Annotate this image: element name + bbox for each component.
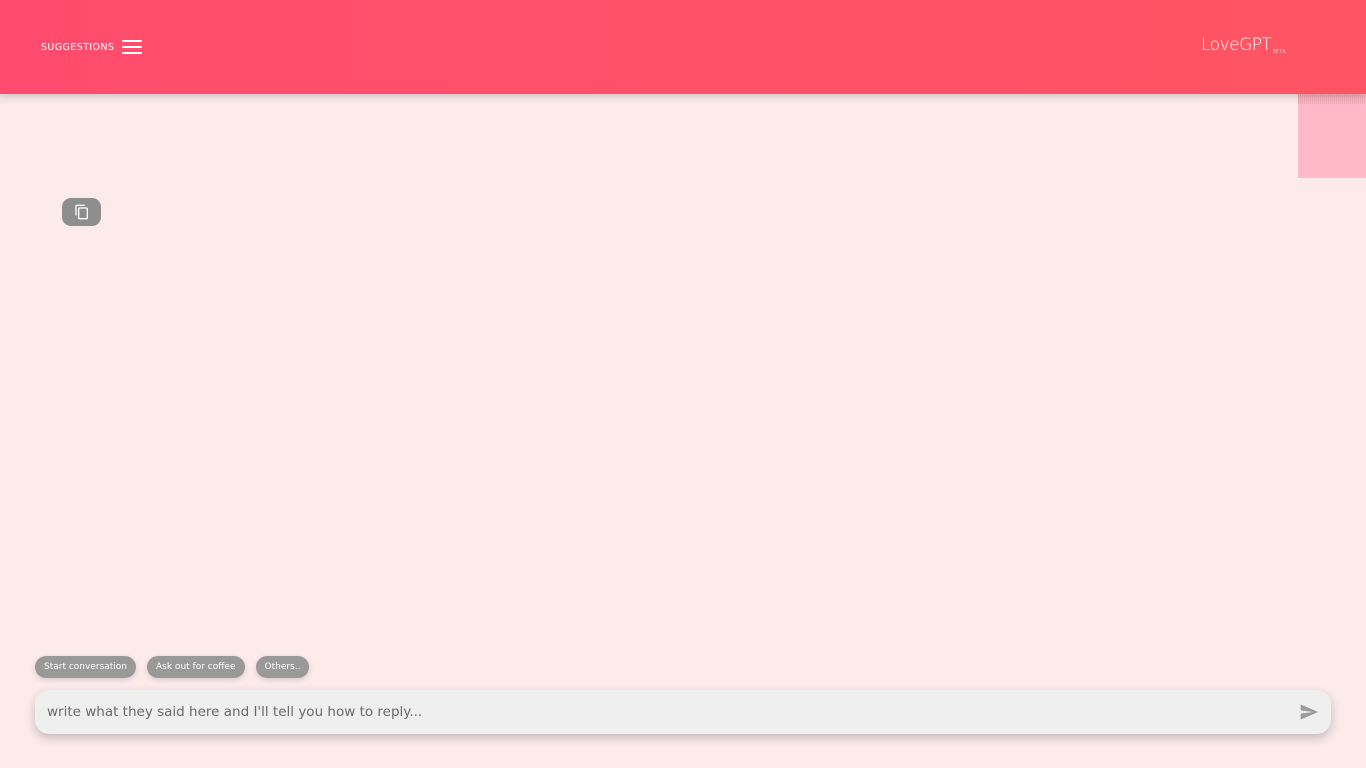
copy-icon (74, 204, 88, 220)
message-input[interactable] (35, 690, 1289, 734)
chip-ask-out-for-coffee[interactable]: Ask out for coffee (147, 656, 245, 678)
logo-text: LoveGPT (1201, 35, 1272, 55)
app-logo: LoveGPT BETA (1201, 35, 1286, 55)
chip-start-conversation[interactable]: Start conversation (35, 656, 137, 678)
suggestions-label: SUGGESTIONS (41, 41, 115, 53)
hamburger-menu-icon (122, 40, 143, 54)
suggestions-menu-button[interactable]: SUGGESTIONS (41, 36, 143, 58)
app-header: SUGGESTIONS LoveGPT BETA (0, 0, 1366, 94)
beta-badge: BETA (1272, 49, 1286, 55)
send-icon (1300, 704, 1319, 720)
decorative-corner-panel (1298, 94, 1366, 178)
copy-button[interactable] (62, 198, 101, 226)
send-button[interactable] (1289, 690, 1329, 734)
suggestion-chips: Start conversation Ask out for coffee Ot… (35, 656, 310, 678)
chip-others[interactable]: Others.. (255, 656, 310, 678)
message-composer (35, 690, 1331, 734)
